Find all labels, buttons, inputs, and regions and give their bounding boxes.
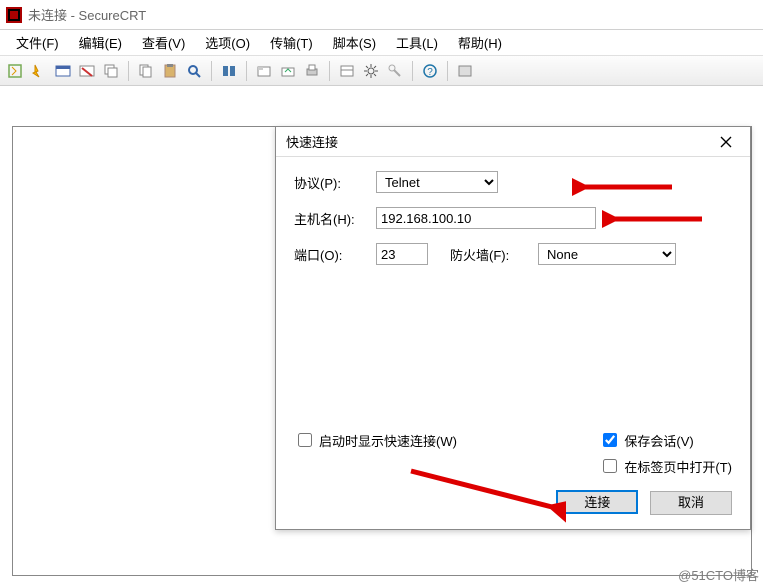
- tb-session-icon[interactable]: [100, 60, 122, 82]
- tb-help-icon[interactable]: ?: [419, 60, 441, 82]
- connect-button[interactable]: 连接: [556, 490, 638, 514]
- window-title: 未连接 - SecureCRT: [28, 5, 146, 24]
- tb-newtab-icon[interactable]: [253, 60, 275, 82]
- tb-paste-icon[interactable]: [159, 60, 181, 82]
- tb-quickconnect-icon[interactable]: [28, 60, 50, 82]
- show-quick-check[interactable]: [298, 433, 312, 447]
- close-icon: [720, 136, 732, 148]
- tb-reconnect-icon[interactable]: [4, 60, 26, 82]
- tb-copy-icon[interactable]: [135, 60, 157, 82]
- app-icon: [6, 7, 22, 23]
- watermark: @51CTO博客: [678, 565, 759, 584]
- protocol-select[interactable]: Telnet: [376, 171, 498, 193]
- menu-bar: 文件(F) 编辑(E) 查看(V) 选项(O) 传输(T) 脚本(S) 工具(L…: [0, 30, 763, 56]
- toolbar-separator: [128, 61, 129, 81]
- firewall-label: 防火墙(F):: [450, 245, 532, 264]
- open-tab-checkbox[interactable]: 在标签页中打开(T): [599, 456, 732, 476]
- port-input[interactable]: [376, 243, 428, 265]
- toolbar-separator: [447, 61, 448, 81]
- save-session-check[interactable]: [603, 433, 617, 447]
- show-quick-label: 启动时显示快速连接(W): [319, 431, 457, 450]
- menu-file[interactable]: 文件(F): [6, 30, 69, 55]
- toolbar-separator: [246, 61, 247, 81]
- save-session-checkbox[interactable]: 保存会话(V): [599, 430, 732, 450]
- dialog-footer: 启动时显示快速连接(W) 保存会话(V) 在标签页中打开(T) 连接 取消: [276, 430, 750, 515]
- tb-about-icon[interactable]: [454, 60, 476, 82]
- tb-key-icon[interactable]: [384, 60, 406, 82]
- tb-settings-icon[interactable]: [360, 60, 382, 82]
- dialog-titlebar: 快速连接: [276, 127, 750, 157]
- svg-text:?: ?: [427, 67, 433, 78]
- save-session-label: 保存会话(V): [624, 431, 693, 450]
- cancel-button[interactable]: 取消: [650, 491, 732, 515]
- open-tab-label: 在标签页中打开(T): [624, 457, 732, 476]
- tb-sessions-icon[interactable]: [218, 60, 240, 82]
- firewall-select[interactable]: None: [538, 243, 676, 265]
- tb-disconnect-icon[interactable]: [76, 60, 98, 82]
- toolbar-separator: [211, 61, 212, 81]
- menu-script[interactable]: 脚本(S): [323, 30, 386, 55]
- host-label: 主机名(H):: [294, 209, 376, 228]
- protocol-label: 协议(P):: [294, 173, 376, 192]
- tb-print-icon[interactable]: [301, 60, 323, 82]
- tb-options-icon[interactable]: [336, 60, 358, 82]
- toolbar-separator: [329, 61, 330, 81]
- dialog-title: 快速连接: [286, 132, 338, 151]
- tb-find-icon[interactable]: [183, 60, 205, 82]
- menu-help[interactable]: 帮助(H): [448, 30, 512, 55]
- tb-connect-icon[interactable]: [52, 60, 74, 82]
- menu-view[interactable]: 查看(V): [132, 30, 195, 55]
- title-bar: 未连接 - SecureCRT: [0, 0, 763, 30]
- close-button[interactable]: [712, 131, 740, 153]
- menu-transfer[interactable]: 传输(T): [260, 30, 323, 55]
- port-label: 端口(O):: [294, 245, 376, 264]
- toolbar-separator: [412, 61, 413, 81]
- quick-connect-dialog: 快速连接 协议(P): Telnet 主机名(H): 端口(O): 防火墙(F)…: [275, 126, 751, 530]
- menu-options[interactable]: 选项(O): [195, 30, 260, 55]
- dialog-body: 协议(P): Telnet 主机名(H): 端口(O): 防火墙(F): Non…: [276, 157, 750, 293]
- menu-edit[interactable]: 编辑(E): [69, 30, 132, 55]
- tb-transfer-icon[interactable]: [277, 60, 299, 82]
- host-input[interactable]: [376, 207, 596, 229]
- menu-tools[interactable]: 工具(L): [386, 30, 448, 55]
- open-tab-check[interactable]: [603, 459, 617, 473]
- toolbar: ?: [0, 56, 763, 86]
- show-quick-checkbox[interactable]: 启动时显示快速连接(W): [294, 430, 457, 450]
